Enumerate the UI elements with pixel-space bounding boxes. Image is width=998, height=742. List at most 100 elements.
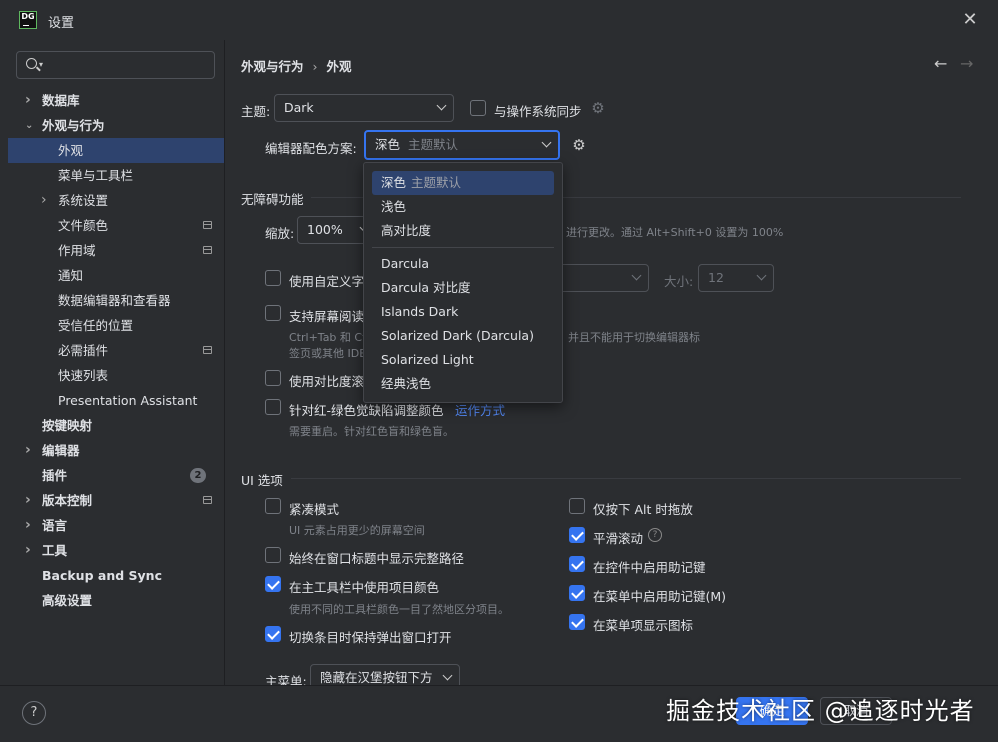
- sidebar-item[interactable]: 数据编辑器和查看器: [8, 288, 224, 313]
- chevron-right-icon[interactable]: ›: [25, 538, 35, 563]
- full-path-checkbox[interactable]: [265, 547, 281, 563]
- chevron-right-icon[interactable]: ›: [25, 438, 35, 463]
- sidebar-item[interactable]: 快速列表: [8, 363, 224, 388]
- popup-separator: [372, 247, 554, 248]
- sidebar-item[interactable]: 通知: [8, 263, 224, 288]
- sync-os-checkbox[interactable]: [470, 100, 486, 116]
- scheme-select[interactable]: 深色 主题默认: [364, 130, 560, 160]
- help-button[interactable]: ?: [22, 701, 46, 725]
- full-path-label: 始终在窗口标题中显示完整路径: [289, 551, 465, 566]
- sidebar-item-label: Presentation Assistant: [58, 393, 198, 408]
- sidebar-item[interactable]: › 工具: [8, 538, 224, 563]
- forward-arrow-icon[interactable]: →: [960, 54, 973, 73]
- scheme-option[interactable]: Solarized Light: [372, 348, 554, 372]
- screen-reader-hint-2: 签页或其他 IDE: [289, 347, 367, 360]
- mnemonic-controls-checkbox[interactable]: [569, 556, 585, 572]
- breadcrumb: 外观与行为 › 外观: [241, 56, 352, 75]
- scheme-select-value: 深色: [375, 137, 401, 152]
- screen-reader-hint: Ctrl+Tab 和 Ct: [289, 331, 367, 344]
- sidebar-item-label: 编辑器: [42, 443, 80, 458]
- zoom-hint: 进行更改。通过 Alt+Shift+0 设置为 100%: [566, 226, 784, 239]
- scheme-option[interactable]: Darcula: [372, 252, 554, 276]
- scheme-option[interactable]: Solarized Dark (Darcula): [372, 324, 554, 348]
- scheme-option[interactable]: 高对比度: [372, 219, 554, 243]
- gear-icon[interactable]: ⚙: [590, 100, 606, 116]
- scheme-option-sub: 主题默认: [411, 175, 462, 190]
- sidebar-item-label: 版本控制: [42, 493, 93, 508]
- sidebar-item[interactable]: 文件颜色: [8, 213, 224, 238]
- sidebar-item[interactable]: 作用域: [8, 238, 224, 263]
- chevron-down-icon[interactable]: ⌄: [25, 113, 35, 138]
- scheme-label: 编辑器配色方案:: [265, 141, 357, 156]
- sidebar-item[interactable]: › 编辑器: [8, 438, 224, 463]
- project-color-checkbox[interactable]: [265, 576, 281, 592]
- alt-drag-checkbox[interactable]: [569, 498, 585, 514]
- sidebar-item[interactable]: ⌄ 外观与行为: [8, 113, 224, 138]
- project-level-icon: [203, 346, 212, 354]
- sidebar-item[interactable]: 菜单与工具栏: [8, 163, 224, 188]
- menu-icons-checkbox[interactable]: [569, 614, 585, 630]
- project-level-icon: [203, 496, 212, 504]
- sidebar-item[interactable]: › 版本控制: [8, 488, 224, 513]
- sidebar-item[interactable]: 必需插件: [8, 338, 224, 363]
- theme-label: 主题:: [241, 104, 271, 119]
- sidebar-item[interactable]: 受信任的位置: [8, 313, 224, 338]
- scheme-option[interactable]: 浅色: [372, 195, 554, 219]
- sidebar-item-label: 语言: [42, 518, 68, 533]
- project-level-icon: [203, 246, 212, 254]
- accessibility-heading: 无障碍功能: [241, 192, 304, 207]
- keep-popup-checkbox[interactable]: [265, 626, 281, 642]
- sidebar-item[interactable]: 外观: [8, 138, 224, 163]
- help-icon[interactable]: ?: [648, 528, 662, 542]
- sidebar-item[interactable]: 按键映射: [8, 413, 224, 438]
- sidebar-item[interactable]: › 语言: [8, 513, 224, 538]
- scheme-option-label: Solarized Light: [381, 352, 474, 367]
- gear-icon[interactable]: ⚙: [571, 137, 587, 153]
- chevron-right-icon[interactable]: ›: [41, 188, 51, 213]
- back-arrow-icon[interactable]: ←: [934, 54, 947, 73]
- sidebar-item-label: 外观: [58, 143, 84, 158]
- scheme-option[interactable]: Darcula 对比度: [372, 276, 554, 300]
- chevron-right-icon[interactable]: ›: [25, 513, 35, 538]
- scheme-option[interactable]: 经典浅色: [372, 372, 554, 396]
- app-icon: DG: [19, 11, 37, 29]
- scheme-select-sub: 主题默认: [408, 137, 459, 152]
- search-input[interactable]: [51, 55, 211, 75]
- colorblind-checkbox[interactable]: [265, 399, 281, 415]
- theme-select[interactable]: Dark: [274, 94, 454, 122]
- compact-mode-checkbox[interactable]: [265, 498, 281, 514]
- mnemonic-menus-checkbox[interactable]: [569, 585, 585, 601]
- breadcrumb-parent[interactable]: 外观与行为: [241, 59, 304, 74]
- zoom-label: 缩放:: [265, 226, 295, 241]
- search-options-icon[interactable]: ▾: [39, 60, 43, 69]
- sidebar-item[interactable]: 插件 2: [8, 463, 224, 488]
- sidebar-item-label: 系统设置: [58, 193, 109, 208]
- sidebar-item[interactable]: › 数据库: [8, 88, 224, 113]
- sidebar-item-label: 高级设置: [42, 593, 93, 608]
- close-icon[interactable]: ✕: [960, 10, 980, 30]
- scheme-option[interactable]: Islands Dark: [372, 300, 554, 324]
- chevron-right-icon[interactable]: ›: [25, 88, 35, 113]
- contrast-scroll-checkbox[interactable]: [265, 370, 281, 386]
- screen-reader-checkbox[interactable]: [265, 305, 281, 321]
- sidebar-item[interactable]: Presentation Assistant: [8, 388, 224, 413]
- sidebar-item-label: 受信任的位置: [58, 318, 134, 333]
- sidebar-item[interactable]: Backup and Sync: [8, 563, 224, 588]
- scheme-option[interactable]: 深色 主题默认: [372, 171, 554, 195]
- search-box[interactable]: ▾: [16, 51, 215, 79]
- sidebar-item-label: 必需插件: [58, 343, 109, 358]
- scheme-option-label: Darcula 对比度: [381, 280, 471, 295]
- menu-icons-label: 在菜单项显示图标: [593, 618, 694, 633]
- sidebar-item[interactable]: 高级设置: [8, 588, 224, 613]
- colorblind-hint: 需要重启。针对红色盲和绿色盲。: [289, 425, 454, 438]
- chevron-down-icon: [631, 270, 642, 281]
- watermark: 掘金技术社区 @追逐时光者: [666, 697, 975, 725]
- scheme-option-label: 高对比度: [381, 223, 432, 238]
- main-menu-select[interactable]: 隐藏在汉堡按钮下方: [310, 664, 460, 685]
- chevron-right-icon[interactable]: ›: [25, 488, 35, 513]
- smooth-scroll-label: 平滑滚动: [593, 531, 644, 546]
- custom-font-checkbox[interactable]: [265, 270, 281, 286]
- sidebar-item[interactable]: › 系统设置: [8, 188, 224, 213]
- smooth-scroll-checkbox[interactable]: [569, 527, 585, 543]
- ui-options-heading: UI 选项: [241, 473, 283, 488]
